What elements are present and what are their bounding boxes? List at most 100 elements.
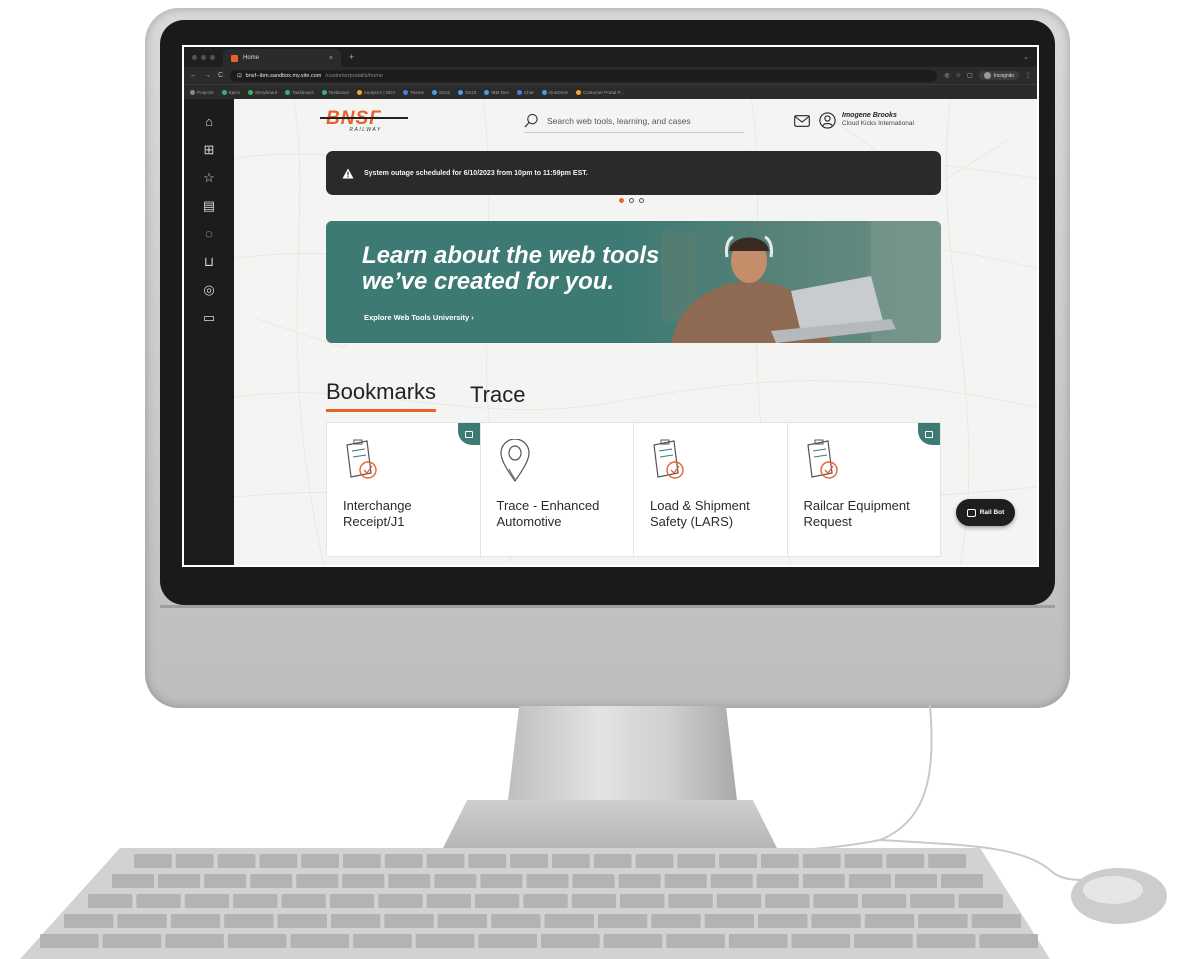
keyboard-key — [330, 914, 381, 928]
keyboard-key — [343, 854, 381, 868]
eye-off-icon[interactable]: ◎ — [944, 72, 949, 79]
bookmark-item[interactable]: Teams — [403, 89, 424, 95]
desktop-scene: Home × + ⌄ ← → C ⊡ bnsf--ibm.sandbox.my.… — [0, 0, 1188, 959]
tab-bookmarks[interactable]: Bookmarks — [326, 379, 437, 412]
home-icon[interactable]: ⌂ — [201, 113, 217, 129]
card-label: Interchange Receipt/J1 — [343, 498, 412, 529]
user-org: Cloud Kicks International — [842, 119, 914, 127]
toolbar-actions: ◎ ☆ ▢ Incognito ⋮ — [944, 71, 1031, 80]
reload-icon[interactable]: C — [218, 72, 223, 79]
hero-title: Learn about the web tools we’ve created … — [362, 243, 692, 295]
keyboard-key — [765, 894, 810, 908]
keyboard-key — [620, 894, 665, 908]
incognito-label: Incognito — [993, 72, 1014, 79]
address-bar[interactable]: ⊡ bnsf--ibm.sandbox.my.site.com/customer… — [230, 69, 938, 82]
keyboard-key — [677, 854, 716, 868]
back-icon[interactable]: ← — [190, 72, 197, 79]
keyboard-key — [651, 914, 701, 928]
bookmark-card[interactable]: Railcar Equipment Request — [787, 423, 940, 556]
bookmark-item[interactable]: Projects — [190, 89, 214, 95]
bookmark-item[interactable]: Taskboard — [285, 89, 314, 95]
keyboard-key — [342, 874, 385, 888]
folder-icon[interactable]: ▭ — [201, 309, 217, 325]
keyboard-key — [250, 874, 293, 888]
bookmark-item[interactable]: SS22 — [431, 89, 451, 95]
bookmark-favicon-icon — [576, 89, 582, 95]
keyboard-key — [426, 854, 465, 868]
keyboard-key — [165, 934, 224, 948]
browser-tab[interactable]: Home × — [223, 49, 341, 67]
user-avatar-icon[interactable] — [819, 112, 836, 129]
bookmark-favicon-icon — [431, 89, 437, 95]
search-placeholder: Search web tools, learning, and cases — [547, 115, 691, 126]
bookmark-card[interactable]: Load & Shipment Safety (LARS) — [634, 423, 788, 556]
sidepanel-icon[interactable]: ▢ — [967, 72, 973, 79]
hero-banner[interactable]: Learn about the web tools we’ve created … — [326, 221, 941, 343]
forward-icon[interactable]: → — [204, 72, 211, 79]
keyboard-key — [523, 894, 568, 908]
carousel-dot-3[interactable] — [639, 198, 644, 203]
bookmark-label: SS22 — [438, 89, 451, 95]
explore-university-link[interactable]: Explore Web Tools University › — [364, 313, 474, 322]
star-icon[interactable]: ☆ — [201, 169, 217, 185]
clipboard-icon — [806, 439, 838, 479]
bookmark-card[interactable]: Trace - Enhanced Automotive — [480, 423, 634, 556]
keyboard-key — [224, 914, 274, 928]
grid-icon[interactable]: ⊞ — [201, 141, 217, 157]
bookmark-favicon-icon — [403, 89, 409, 95]
bookmark-item[interactable]: Epics — [221, 89, 240, 95]
bnsf-logo[interactable]: BNSF RAILWAY — [320, 109, 408, 133]
bookmark-label: Teams — [410, 89, 424, 95]
keyboard-key — [491, 914, 541, 928]
bookmark-label: Chat — [523, 89, 534, 95]
keyboard-key — [571, 894, 617, 908]
bookmarks-bar: Projects Epics Storyboard Taskboard Testboar… — [184, 84, 1037, 99]
keyboard-key — [434, 874, 477, 888]
bookmark-item[interactable]: Analytics | DEV — [356, 89, 395, 95]
bookmark-item[interactable]: SS23 — [458, 89, 476, 95]
incognito-badge[interactable]: Incognito — [978, 71, 1019, 80]
bookmark-item[interactable]: IBM Dev — [484, 89, 509, 95]
keyboard-key — [184, 894, 230, 908]
chat-icon — [966, 508, 976, 517]
keyboard-key — [552, 854, 590, 868]
mail-icon[interactable] — [794, 115, 810, 127]
carousel-dot-1[interactable] — [619, 198, 624, 203]
more-menu-icon[interactable]: ⋮ — [1025, 72, 1031, 79]
keyboard-key — [603, 934, 663, 948]
bookmark-label: Testboard — [328, 89, 349, 95]
screen: Home × + ⌄ ← → C ⊡ bnsf--ibm.sandbox.my.… — [182, 45, 1039, 567]
bookmark-favicon-icon — [247, 89, 253, 95]
keyboard-key — [478, 934, 537, 948]
bookmark-item[interactable]: Customer Portal P... — [576, 89, 624, 95]
rail-bot-button[interactable]: Rail Bot — [956, 499, 1015, 526]
bookmark-card[interactable]: Interchange Receipt/J1 — [327, 423, 481, 556]
tab-close-icon[interactable]: × — [329, 55, 333, 62]
bookmark-cards: Interchange Receipt/J1 Trace - Enhanced A… — [326, 422, 941, 557]
keyboard-key — [204, 874, 247, 888]
bookmark-favicon-icon — [484, 89, 490, 95]
keyboard-key — [541, 934, 600, 948]
bookmark-item[interactable]: Testboard — [321, 89, 349, 95]
user-info[interactable]: Imogene Brooks Cloud Kicks International — [842, 112, 914, 127]
bookmark-star-icon[interactable]: ☆ — [956, 72, 961, 79]
bookmark-item[interactable]: Chat — [516, 89, 534, 95]
keyboard-key — [761, 854, 799, 868]
cycle-icon[interactable]: ◌ — [201, 225, 217, 241]
keyboard-key — [217, 854, 256, 868]
window-controls[interactable] — [192, 54, 215, 60]
url-host: bnsf--ibm.sandbox.my.site.com — [245, 72, 322, 79]
new-tab-button[interactable]: + — [349, 52, 354, 62]
keyboard-key — [277, 914, 327, 928]
tab-search-icon[interactable]: ⌄ — [1023, 53, 1029, 61]
support-icon[interactable]: ◎ — [201, 281, 217, 297]
keyboard-key — [894, 874, 937, 888]
url-path: /customerportal/s/home — [325, 72, 383, 79]
inbox-icon[interactable]: ⊔ — [201, 253, 217, 269]
document-icon[interactable]: ▤ — [201, 197, 217, 213]
bookmark-item[interactable]: OneDrive — [541, 89, 568, 95]
carousel-dot-2[interactable] — [629, 198, 634, 203]
search-field[interactable]: Search web tools, learning, and cases — [524, 109, 744, 133]
tab-trace[interactable]: Trace — [470, 382, 525, 412]
bookmark-item[interactable]: Storyboard — [247, 89, 277, 95]
